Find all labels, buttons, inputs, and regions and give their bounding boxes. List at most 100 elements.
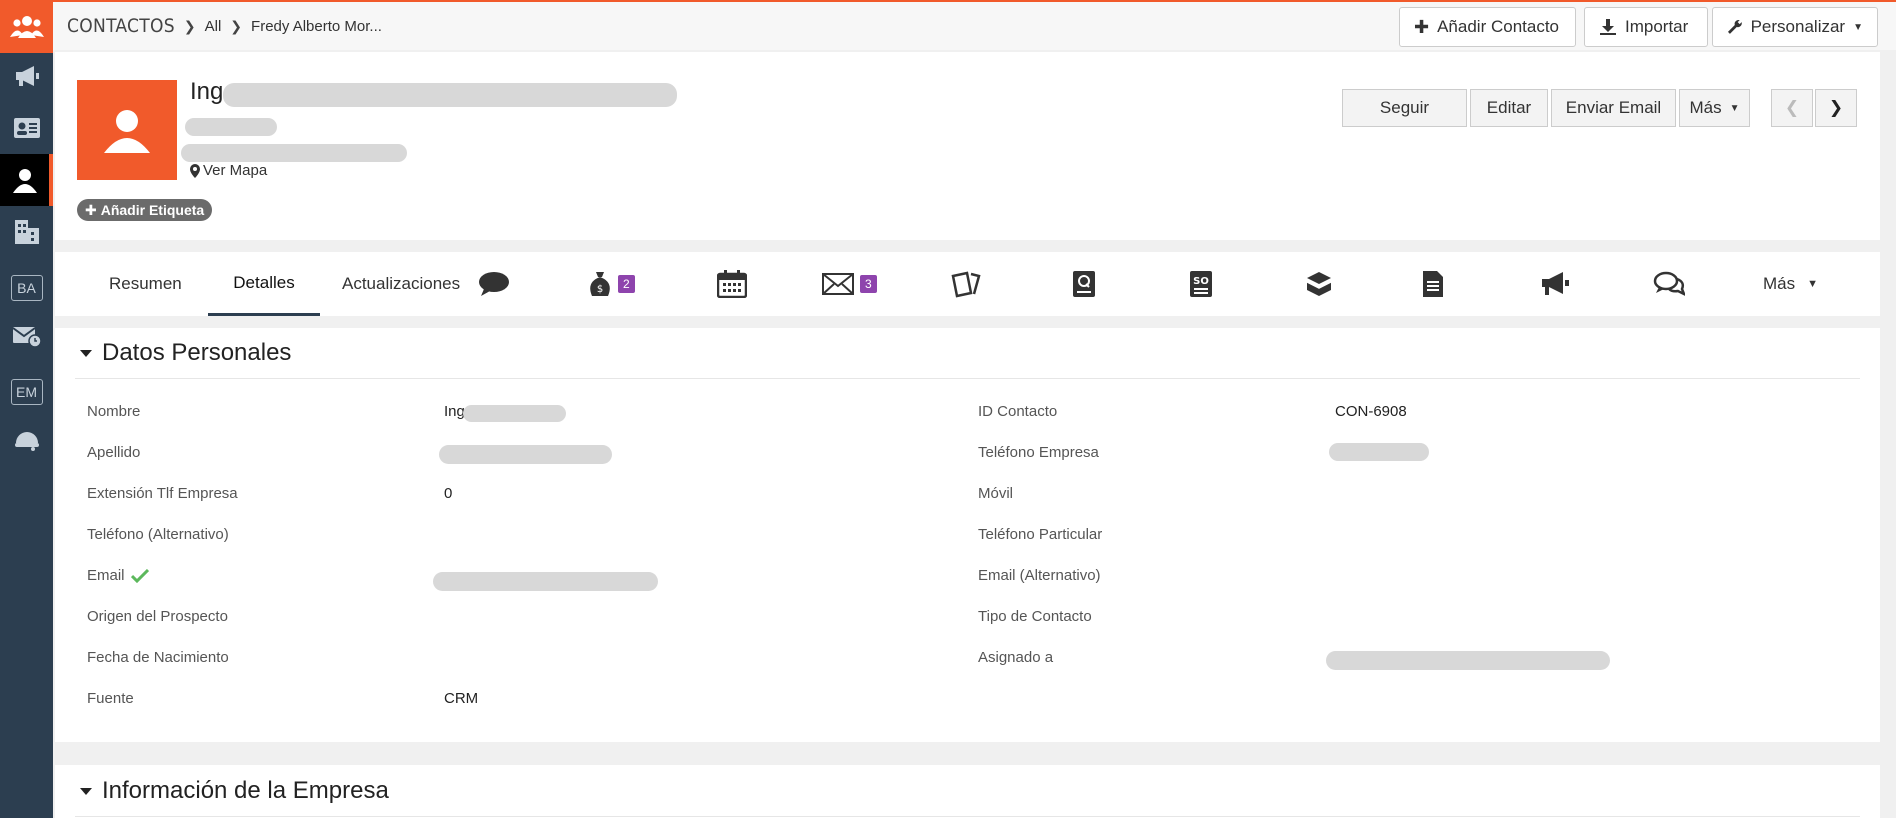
add-contact-button[interactable]: ✚ Añadir Contacto [1399, 7, 1576, 47]
redacted-email[interactable] [433, 572, 658, 591]
email-clock-icon[interactable] [0, 310, 53, 362]
tab-quotes[interactable] [1072, 269, 1096, 299]
personal-data-title: Datos Personales [102, 339, 292, 366]
tab-summary[interactable]: Resumen [109, 252, 182, 316]
tab-details[interactable]: Detalles [208, 252, 320, 316]
tab-campaigns[interactable] [1539, 269, 1571, 299]
download-icon [1600, 19, 1616, 35]
home-phone-value[interactable] [1335, 526, 1635, 544]
contact-type-label: Tipo de Contacto [978, 608, 1092, 625]
divider [75, 816, 1860, 817]
tab-updates-label: Actualizaciones [342, 274, 461, 293]
import-button[interactable]: Importar [1584, 7, 1708, 47]
next-record-button[interactable]: ❯ [1815, 89, 1857, 127]
lead-source-label: Origen del Prospecto [87, 608, 228, 625]
tab-emails[interactable]: 3 [822, 269, 877, 299]
sales-order-icon: SO [1190, 271, 1212, 297]
collapse-caret-icon [80, 349, 92, 357]
building-icon[interactable] [0, 206, 53, 258]
redacted-name [223, 83, 677, 107]
extension-value[interactable]: 0 [444, 485, 452, 502]
record-name: Ing [190, 78, 224, 105]
wrench-icon [1727, 20, 1742, 34]
view-map-link[interactable]: Ver Mapa [190, 162, 267, 179]
contact-card-icon[interactable] [0, 102, 53, 154]
breadcrumb-all[interactable]: All [205, 18, 222, 35]
team-logo-icon[interactable] [0, 0, 53, 53]
birth-date-label: Fecha de Nacimiento [87, 649, 229, 666]
tab-documents[interactable] [1422, 269, 1444, 299]
send-email-button[interactable]: Enviar Email [1551, 89, 1676, 127]
mobile-label: Móvil [978, 485, 1014, 502]
tabs-more-dropdown[interactable]: Más ▼ [1763, 252, 1818, 316]
ba-icon[interactable]: BA [0, 262, 53, 314]
company-info-panel: Información de la Empresa [55, 765, 1880, 818]
lead-source-value[interactable] [444, 608, 744, 626]
more-actions-label: Más [1689, 98, 1722, 117]
previous-record-button[interactable]: ❮ [1771, 89, 1813, 127]
chevron-left-icon: ❮ [1784, 98, 1800, 117]
company-info-header[interactable]: Información de la Empresa [80, 765, 389, 817]
alt-email-label: Email (Alternativo) [978, 567, 1101, 584]
tab-tickets[interactable] [951, 269, 981, 299]
box-icon [1306, 272, 1332, 296]
personal-data-header[interactable]: Datos Personales [80, 328, 291, 378]
breadcrumb-record[interactable]: Fredy Alberto Mor... [251, 18, 382, 35]
contact-type-value[interactable] [1335, 608, 1635, 626]
more-actions-dropdown[interactable]: Más ▼ [1679, 89, 1750, 127]
import-label: Importar [1625, 17, 1689, 36]
tab-opportunities[interactable]: $ 2 [588, 269, 635, 299]
mobile-value[interactable] [1335, 485, 1635, 503]
user-icon[interactable] [0, 154, 53, 206]
contact-avatar[interactable] [77, 80, 177, 180]
em-icon[interactable]: EM [0, 366, 53, 418]
contact-id-label: ID Contacto [978, 403, 1058, 420]
money-bag-icon: $ [590, 272, 610, 296]
chevron-right-icon: ❯ [230, 17, 243, 34]
tab-calendar[interactable] [717, 269, 747, 299]
redacted-last-name[interactable] [439, 445, 612, 464]
record-tabs: Resumen Detalles Actualizaciones $ 2 3 S… [55, 252, 1880, 316]
source-value[interactable]: CRM [444, 690, 478, 707]
verified-check-icon [130, 568, 149, 583]
alt-phone-value[interactable] [444, 526, 744, 544]
map-marker-icon [190, 163, 200, 178]
record-header: Ing Ver Mapa ✚ Añadir Etiqueta Seguir Ed… [55, 52, 1880, 240]
em-icon-text: EM [10, 379, 43, 405]
first-name-value[interactable]: Ing [444, 403, 465, 420]
alt-email-value[interactable] [1335, 567, 1635, 585]
tab-sales-orders[interactable]: SO [1189, 269, 1213, 299]
edit-button[interactable]: Editar [1470, 89, 1548, 127]
module-title[interactable]: CONTACTOS [67, 15, 175, 37]
quote-document-icon [1073, 271, 1095, 297]
birth-date-value[interactable] [444, 649, 744, 667]
follow-button[interactable]: Seguir [1342, 89, 1467, 127]
customize-label: Personalizar [1750, 17, 1846, 36]
chevron-right-icon: ❯ [1828, 98, 1844, 117]
first-name-label: Nombre [87, 403, 141, 420]
opportunities-count-badge: 2 [618, 275, 635, 293]
svg-text:$: $ [597, 284, 603, 295]
add-tag-button[interactable]: ✚ Añadir Etiqueta [77, 199, 213, 221]
caret-down-icon: ▼ [1729, 102, 1740, 114]
tab-comments[interactable] [1653, 269, 1685, 299]
redacted-company-phone[interactable] [1329, 443, 1429, 461]
envelope-icon [822, 273, 854, 295]
svg-text:SO: SO [1193, 276, 1209, 287]
chat-bubbles-icon [1653, 271, 1685, 296]
redacted-title [185, 118, 277, 136]
customize-dropdown[interactable]: Personalizar ▼ [1712, 7, 1878, 47]
megaphone-icon[interactable] [0, 50, 53, 102]
tickets-icon [951, 271, 981, 298]
tab-products[interactable] [1305, 269, 1333, 299]
view-map-label: Ver Mapa [203, 162, 268, 179]
home-phone-label: Teléfono Particular [978, 526, 1103, 543]
chevron-right-icon: ❯ [183, 17, 196, 34]
calendar-icon [717, 270, 747, 298]
plus-icon: ✚ [85, 201, 97, 218]
redacted-account [181, 144, 407, 162]
helmet-icon[interactable] [0, 414, 53, 466]
personal-data-panel: Datos Personales Nombre Ing Apellido Ext… [55, 328, 1880, 742]
redacted-assigned-user[interactable] [1326, 651, 1610, 670]
tab-updates[interactable]: Actualizaciones [342, 252, 510, 316]
